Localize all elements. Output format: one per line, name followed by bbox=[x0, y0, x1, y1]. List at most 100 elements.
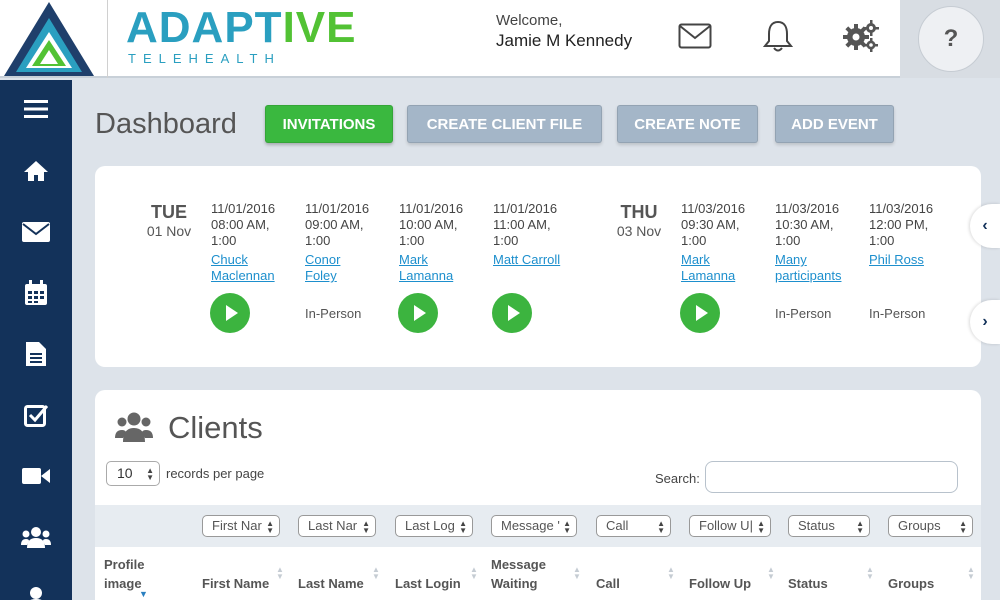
updown-icon: ▲ ▼ bbox=[146, 466, 154, 482]
updown-icon: ▲ ▼ bbox=[757, 519, 765, 535]
event-participant-link[interactable]: Phil Ross bbox=[869, 252, 957, 268]
updown-icon: ▲ ▼ bbox=[657, 519, 665, 535]
event-participant-link[interactable]: Many participants bbox=[775, 252, 863, 284]
start-video-button[interactable] bbox=[398, 293, 438, 333]
filter-groups[interactable]: Groups ▲ ▼ bbox=[888, 515, 973, 537]
sidebar-item-tasks[interactable] bbox=[0, 395, 72, 435]
sidebar-item-menu[interactable] bbox=[0, 89, 72, 129]
notifications-button[interactable] bbox=[758, 16, 798, 56]
checklist-icon bbox=[24, 405, 48, 427]
invitations-button[interactable]: INVITATIONS bbox=[265, 105, 393, 143]
mail-button[interactable] bbox=[675, 16, 715, 56]
brand-main: ADAPT bbox=[126, 3, 283, 52]
event-duration: 1:00 bbox=[493, 233, 519, 248]
sidebar-item-calendar[interactable] bbox=[0, 273, 72, 313]
filter-call[interactable]: Call ▲ ▼ bbox=[596, 515, 671, 537]
column-header-follow-up[interactable]: Follow Up bbox=[689, 574, 751, 593]
updown-icon: ▲ ▼ bbox=[563, 519, 571, 535]
home-icon bbox=[24, 161, 48, 181]
event-mode: In-Person bbox=[305, 306, 362, 321]
sort-icon: ▲ ▼ bbox=[767, 565, 775, 581]
search-input[interactable] bbox=[705, 461, 958, 493]
group-icon bbox=[21, 527, 51, 548]
brand-accent: IVE bbox=[282, 3, 357, 52]
column-header-profile-image[interactable]: Profile image bbox=[104, 555, 144, 593]
sidebar bbox=[0, 80, 72, 600]
updown-icon: ▲ ▼ bbox=[266, 519, 274, 535]
event-duration: 1:00 bbox=[211, 233, 237, 248]
start-video-button[interactable] bbox=[210, 293, 250, 333]
column-header-groups[interactable]: Groups bbox=[888, 574, 934, 593]
event-item: 11/01/2016 09:00 AM, 1:00 Conor Foley bbox=[305, 201, 393, 284]
updown-icon: ▲ ▼ bbox=[856, 519, 864, 535]
event-mode: In-Person bbox=[869, 306, 926, 321]
sidebar-item-profile[interactable] bbox=[0, 576, 72, 600]
event-date: 11/01/2016 bbox=[305, 201, 370, 216]
gears-icon bbox=[843, 20, 879, 52]
create-note-button[interactable]: CREATE NOTE bbox=[617, 105, 758, 143]
user-name[interactable]: Jamie M Kennedy bbox=[496, 30, 632, 52]
settings-button[interactable] bbox=[841, 16, 881, 56]
event-item: 11/03/2016 12:00 PM, 1:00 Phil Ross bbox=[869, 201, 957, 268]
sidebar-item-messages[interactable] bbox=[0, 212, 72, 252]
sort-icon: ▲ ▼ bbox=[573, 565, 581, 581]
sort-icon: ▲ ▼ bbox=[667, 565, 675, 581]
day-date: 01 Nov bbox=[146, 223, 192, 239]
chevron-right-icon: › bbox=[982, 313, 988, 330]
help-area: ? bbox=[900, 0, 1000, 78]
event-time: 10:30 AM, bbox=[775, 217, 834, 232]
column-header-message-waiting[interactable]: Message Waiting bbox=[491, 555, 546, 593]
event-mode: In-Person bbox=[775, 306, 832, 321]
add-event-button[interactable]: ADD EVENT bbox=[775, 105, 894, 143]
start-video-button[interactable] bbox=[492, 293, 532, 333]
event-item: 11/03/2016 09:30 AM, 1:00 Mark Lamanna bbox=[681, 201, 769, 284]
help-button[interactable]: ? bbox=[918, 6, 984, 72]
column-header-last-name[interactable]: Last Name bbox=[298, 574, 364, 593]
document-icon bbox=[26, 342, 46, 366]
event-date: 11/03/2016 bbox=[775, 201, 840, 216]
sidebar-item-home[interactable] bbox=[0, 151, 72, 191]
event-time: 08:00 AM, bbox=[211, 217, 270, 232]
bell-icon bbox=[763, 20, 793, 52]
filter-status[interactable]: Status ▲ ▼ bbox=[788, 515, 870, 537]
page-size-select[interactable]: 10 ▲ ▼ bbox=[106, 461, 160, 486]
start-video-button[interactable] bbox=[680, 293, 720, 333]
envelope-icon bbox=[678, 23, 712, 49]
logo[interactable] bbox=[0, 0, 108, 78]
event-participant-link[interactable]: Matt Carroll bbox=[493, 252, 581, 268]
event-item: 11/01/2016 11:00 AM, 1:00 Matt Carroll bbox=[493, 201, 581, 268]
event-participant-link[interactable]: Mark Lamanna bbox=[681, 252, 769, 284]
mail-icon bbox=[22, 222, 50, 242]
sidebar-item-documents[interactable] bbox=[0, 334, 72, 374]
sort-icon: ▲ ▼ bbox=[470, 565, 478, 581]
filter-message-waiting[interactable]: Message ' ▲ ▼ bbox=[491, 515, 577, 537]
page-title: Dashboard bbox=[95, 108, 237, 140]
column-header-first-name[interactable]: First Name bbox=[202, 574, 269, 593]
sort-icon: ▲ ▼ bbox=[276, 565, 284, 581]
app-header: ADAPTIVE TELEHEALTH Welcome, Jamie M Ken… bbox=[0, 0, 1000, 78]
video-icon bbox=[22, 468, 50, 484]
filter-last-name[interactable]: Last Nar ▲ ▼ bbox=[298, 515, 376, 537]
sort-desc-icon: ▼ bbox=[139, 589, 148, 599]
event-item: 11/01/2016 10:00 AM, 1:00 Mark Lamanna bbox=[399, 201, 487, 284]
filter-follow-up[interactable]: Follow U| ▲ ▼ bbox=[689, 515, 771, 537]
event-date: 11/03/2016 bbox=[681, 201, 746, 216]
sidebar-item-video[interactable] bbox=[0, 456, 72, 496]
welcome-block: Welcome, Jamie M Kennedy bbox=[496, 12, 632, 52]
day-name: TUE bbox=[151, 202, 187, 222]
event-time: 10:00 AM, bbox=[399, 217, 458, 232]
updown-icon: ▲ ▼ bbox=[459, 519, 467, 535]
event-participant-link[interactable]: Mark Lamanna bbox=[399, 252, 487, 284]
column-header-call[interactable]: Call bbox=[596, 574, 620, 593]
event-participant-link[interactable]: Chuck Maclennan bbox=[211, 252, 299, 284]
records-per-page-label: records per page bbox=[166, 466, 265, 481]
filter-first-name[interactable]: First Nar ▲ ▼ bbox=[202, 515, 280, 537]
column-header-status[interactable]: Status bbox=[788, 574, 828, 593]
create-client-file-button[interactable]: CREATE CLIENT FILE bbox=[407, 105, 602, 143]
event-item: 11/03/2016 10:30 AM, 1:00 Many participan… bbox=[775, 201, 863, 284]
event-participant-link[interactable]: Conor Foley bbox=[305, 252, 393, 284]
filter-last-login[interactable]: Last Log ▲ ▼ bbox=[395, 515, 473, 537]
sort-icon: ▲ ▼ bbox=[866, 565, 874, 581]
column-header-last-login[interactable]: Last Login bbox=[395, 574, 461, 593]
sidebar-item-groups[interactable] bbox=[0, 517, 72, 557]
